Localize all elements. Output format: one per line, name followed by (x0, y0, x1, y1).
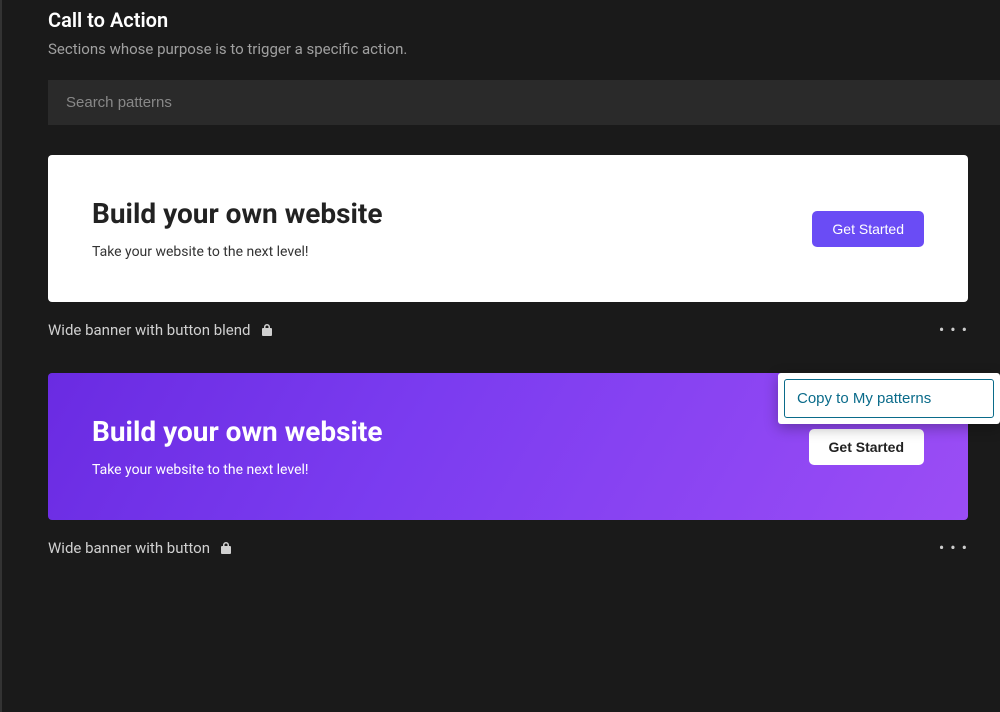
actions-popover: Copy to My patterns (778, 373, 1000, 424)
page-title: Call to Action (48, 8, 1000, 32)
pattern-subheading: Take your website to the next level! (92, 462, 809, 478)
pattern-name-label: Wide banner with button blend (48, 321, 251, 339)
pattern-heading: Build your own website (92, 197, 812, 230)
copy-to-my-patterns-button[interactable]: Copy to My patterns (784, 379, 994, 418)
get-started-button[interactable]: Get Started (812, 211, 924, 247)
get-started-button[interactable]: Get Started (809, 429, 924, 465)
page-subtitle: Sections whose purpose is to trigger a s… (48, 40, 1000, 58)
pattern-heading: Build your own website (92, 415, 809, 448)
more-actions-button[interactable]: • • • (939, 538, 968, 557)
lock-icon (220, 541, 232, 555)
lock-icon (261, 323, 273, 337)
search-input[interactable] (48, 80, 1000, 125)
pattern-subheading: Take your website to the next level! (92, 244, 812, 260)
pattern-preview-white[interactable]: Build your own website Take your website… (48, 155, 968, 302)
pattern-name-label: Wide banner with button (48, 539, 210, 557)
more-actions-button[interactable]: • • • (939, 320, 968, 339)
